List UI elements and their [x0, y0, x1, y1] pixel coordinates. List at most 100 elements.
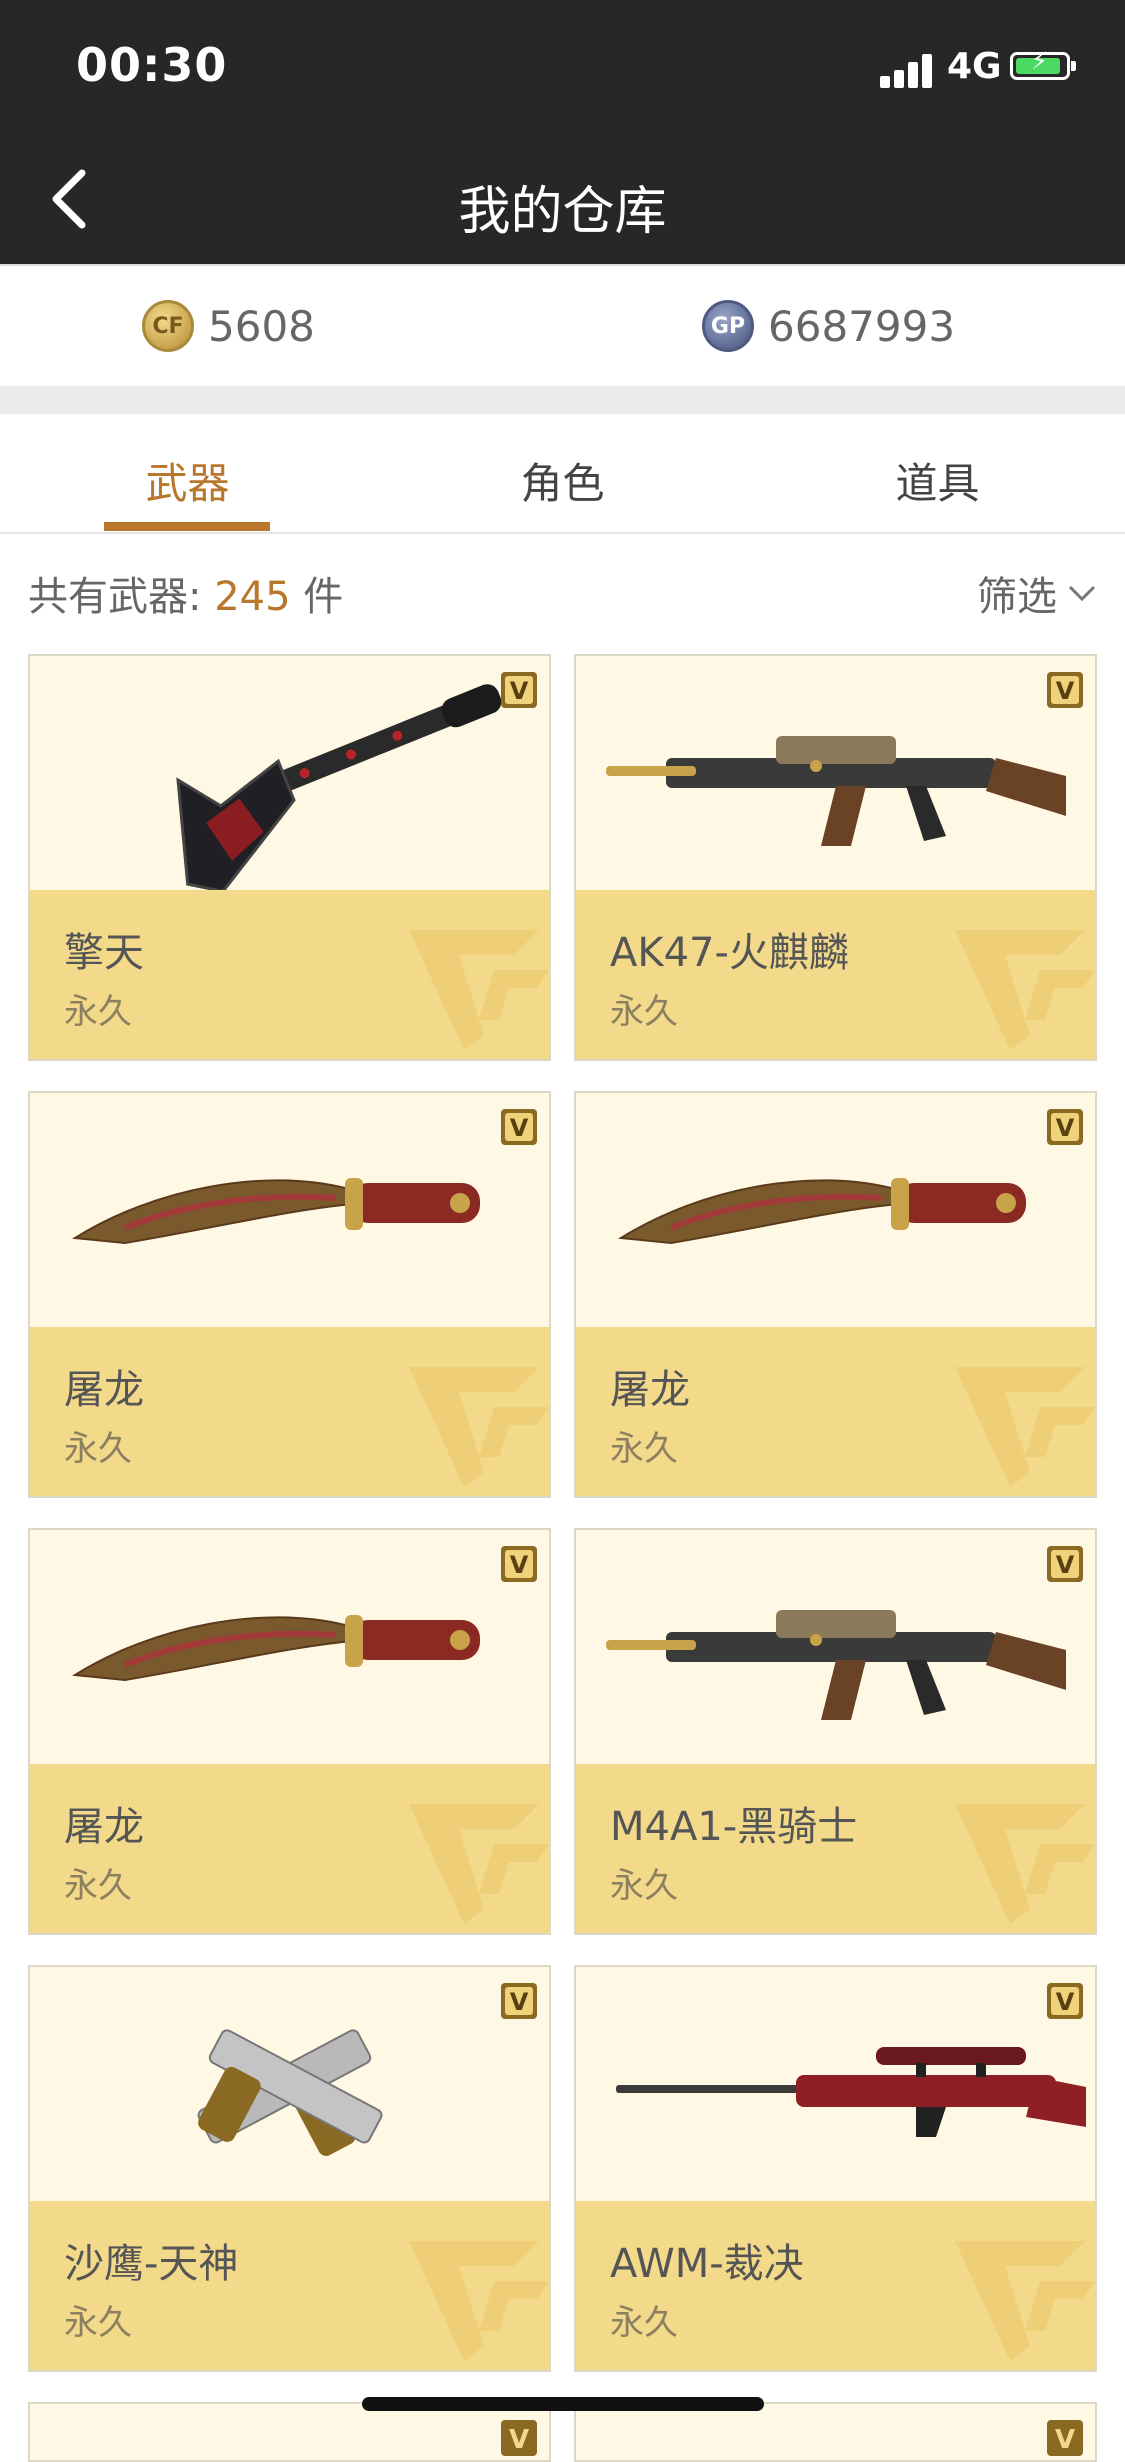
weapon-image-area: V [30, 1093, 549, 1327]
weapon-info: AK47-火麒麟 永久 [576, 890, 1095, 1059]
gp-coin-icon: GP [702, 300, 754, 352]
home-indicator [362, 2397, 764, 2411]
vip-badge-icon: V [1047, 1109, 1083, 1145]
weapon-card[interactable]: V 屠龙 永久 [28, 1528, 551, 1935]
weapon-duration: 永久 [64, 1429, 132, 1469]
kukri-icon [617, 1178, 1026, 1245]
sniper-icon [616, 2047, 1086, 2137]
weapon-card[interactable]: V 屠龙 永久 [574, 1091, 1097, 1498]
cf-currency: CF 5608 [142, 300, 315, 352]
cf-logo-watermark-icon [955, 930, 1095, 1050]
weapon-name: 屠龙 [64, 1367, 144, 1413]
weapon-duration: 永久 [610, 992, 678, 1032]
weapon-card[interactable]: V 屠龙 永久 [28, 1091, 551, 1498]
weapon-duration: 永久 [64, 2303, 132, 2343]
section-divider [0, 386, 1125, 414]
svg-text:V: V [1056, 1551, 1075, 1579]
pistol-icon [197, 2029, 383, 2156]
kukri-icon [71, 1178, 480, 1245]
currency-row: CF 5608 GP 6687993 [0, 264, 1125, 388]
weapon-name: 屠龙 [610, 1367, 690, 1413]
count-prefix: 共有武器: [28, 574, 215, 620]
svg-text:V: V [510, 677, 529, 705]
gp-amount: 6687993 [768, 301, 956, 351]
weapon-duration: 永久 [64, 992, 132, 1032]
shovel-icon [176, 684, 502, 890]
weapon-image-area: V [30, 1967, 549, 2201]
weapon-card[interactable]: V 沙鹰-天神 永久 [28, 1965, 551, 2372]
weapon-image-area: V [576, 656, 1095, 890]
filter-button[interactable]: 筛选 [977, 564, 1097, 622]
vip-badge-icon: V [1047, 1983, 1083, 2019]
weapon-info: 屠龙 永久 [576, 1327, 1095, 1496]
weapon-image-area: V [30, 1530, 549, 1764]
tab-characters[interactable]: 角色 [375, 450, 750, 511]
cf-logo-watermark-icon [955, 1804, 1095, 1924]
weapon-card[interactable]: V M4A1-黑骑士 永久 [574, 1528, 1097, 1935]
weapon-info: 沙鹰-天神 永久 [30, 2201, 549, 2370]
svg-text:V: V [510, 1988, 529, 2016]
cf-logo-watermark-icon [409, 2241, 549, 2361]
tab-weapons[interactable]: 武器 [0, 450, 375, 511]
weapon-name: AWM-裁决 [610, 2241, 804, 2287]
vip-badge-icon: V [501, 1546, 537, 1582]
vip-badge-icon: V [1047, 672, 1083, 708]
page-title: 我的仓库 [458, 182, 667, 242]
chevron-down-icon [1068, 585, 1096, 602]
weapon-info: 擎天 永久 [30, 890, 549, 1059]
vip-badge-icon: V [501, 1983, 537, 2019]
weapon-info: M4A1-黑骑士 永久 [576, 1764, 1095, 1933]
vip-badge-icon: V [501, 2420, 537, 2456]
weapon-card-partial[interactable]: V [574, 2402, 1097, 2462]
svg-text:V: V [510, 1551, 529, 1579]
cf-logo-watermark-icon [409, 930, 549, 1050]
svg-text:V: V [1055, 2425, 1075, 2455]
vip-badge-icon: V [1047, 2420, 1083, 2456]
active-tab-indicator [104, 522, 270, 531]
weapon-name: 屠龙 [64, 1804, 144, 1850]
count-number: 245 [214, 574, 291, 620]
weapon-card[interactable]: V AWM-裁决 永久 [574, 1965, 1097, 2372]
svg-text:V: V [1056, 1988, 1075, 2016]
filter-label: 筛选 [977, 574, 1057, 620]
cf-logo-watermark-icon [409, 1367, 549, 1487]
weapon-info: 屠龙 永久 [30, 1327, 549, 1496]
weapon-name: 沙鹰-天神 [64, 2241, 239, 2287]
header: 00:30 4G ⚡ 我的仓库 [0, 0, 1125, 264]
weapon-duration: 永久 [64, 1866, 132, 1906]
vip-badge-icon: V [1047, 1546, 1083, 1582]
weapon-name: 擎天 [64, 930, 144, 976]
cf-coin-icon: CF [142, 300, 194, 352]
weapon-duration: 永久 [610, 2303, 678, 2343]
weapon-info: 屠龙 永久 [30, 1764, 549, 1933]
svg-text:V: V [510, 1114, 529, 1142]
weapon-card[interactable]: V AK47-火麒麟 永久 [574, 654, 1097, 1061]
category-tabs: 武器 角色 道具 [0, 414, 1125, 534]
weapon-info: AWM-裁决 永久 [576, 2201, 1095, 2370]
weapon-card-partial[interactable]: V [28, 2402, 551, 2462]
rifle-icon [606, 1610, 1066, 1720]
weapon-name: AK47-火麒麟 [610, 930, 849, 976]
cf-logo-watermark-icon [955, 1367, 1095, 1487]
svg-text:V: V [1056, 677, 1075, 705]
weapon-image-area: V [30, 656, 549, 890]
cf-logo-watermark-icon [409, 1804, 549, 1924]
status-bar: 00:30 4G ⚡ [0, 0, 1125, 135]
signal-icon [880, 50, 936, 88]
battery-icon: ⚡ [1010, 49, 1076, 80]
kukri-icon [71, 1615, 480, 1682]
weapon-count: 共有武器: 245 件 [28, 564, 343, 622]
svg-text:V: V [509, 2425, 529, 2455]
weapon-image-area: V [576, 1093, 1095, 1327]
weapon-card[interactable]: V 擎天 永久 [28, 654, 551, 1061]
count-suffix: 件 [290, 574, 344, 620]
vip-badge-icon: V [501, 672, 537, 708]
tab-items[interactable]: 道具 [750, 450, 1125, 511]
weapon-name: M4A1-黑骑士 [610, 1804, 858, 1850]
network-type: 4G [947, 46, 1002, 87]
svg-text:V: V [1056, 1114, 1075, 1142]
weapon-duration: 永久 [610, 1866, 678, 1906]
status-time: 00:30 [76, 38, 228, 92]
summary-row: 共有武器: 245 件 筛选 [0, 534, 1125, 654]
weapon-duration: 永久 [610, 1429, 678, 1469]
